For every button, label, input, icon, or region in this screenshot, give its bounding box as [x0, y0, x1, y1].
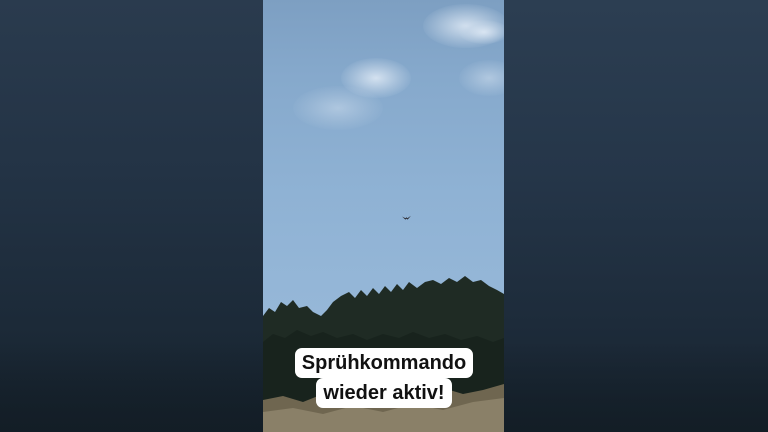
side-haze-left — [0, 342, 263, 432]
cloud-mid-faint — [293, 86, 383, 130]
bird-icon — [402, 215, 411, 220]
cloud-right-faint — [459, 60, 504, 96]
cloud-top-right-small — [459, 20, 504, 44]
video-frame: Sprühkommando wieder aktiv! — [0, 0, 768, 432]
sky-video[interactable] — [263, 0, 504, 432]
treeline — [263, 276, 504, 432]
blurred-side-panel-right — [504, 0, 768, 432]
side-haze-right — [504, 342, 768, 432]
blurred-side-panel-left — [0, 0, 263, 432]
